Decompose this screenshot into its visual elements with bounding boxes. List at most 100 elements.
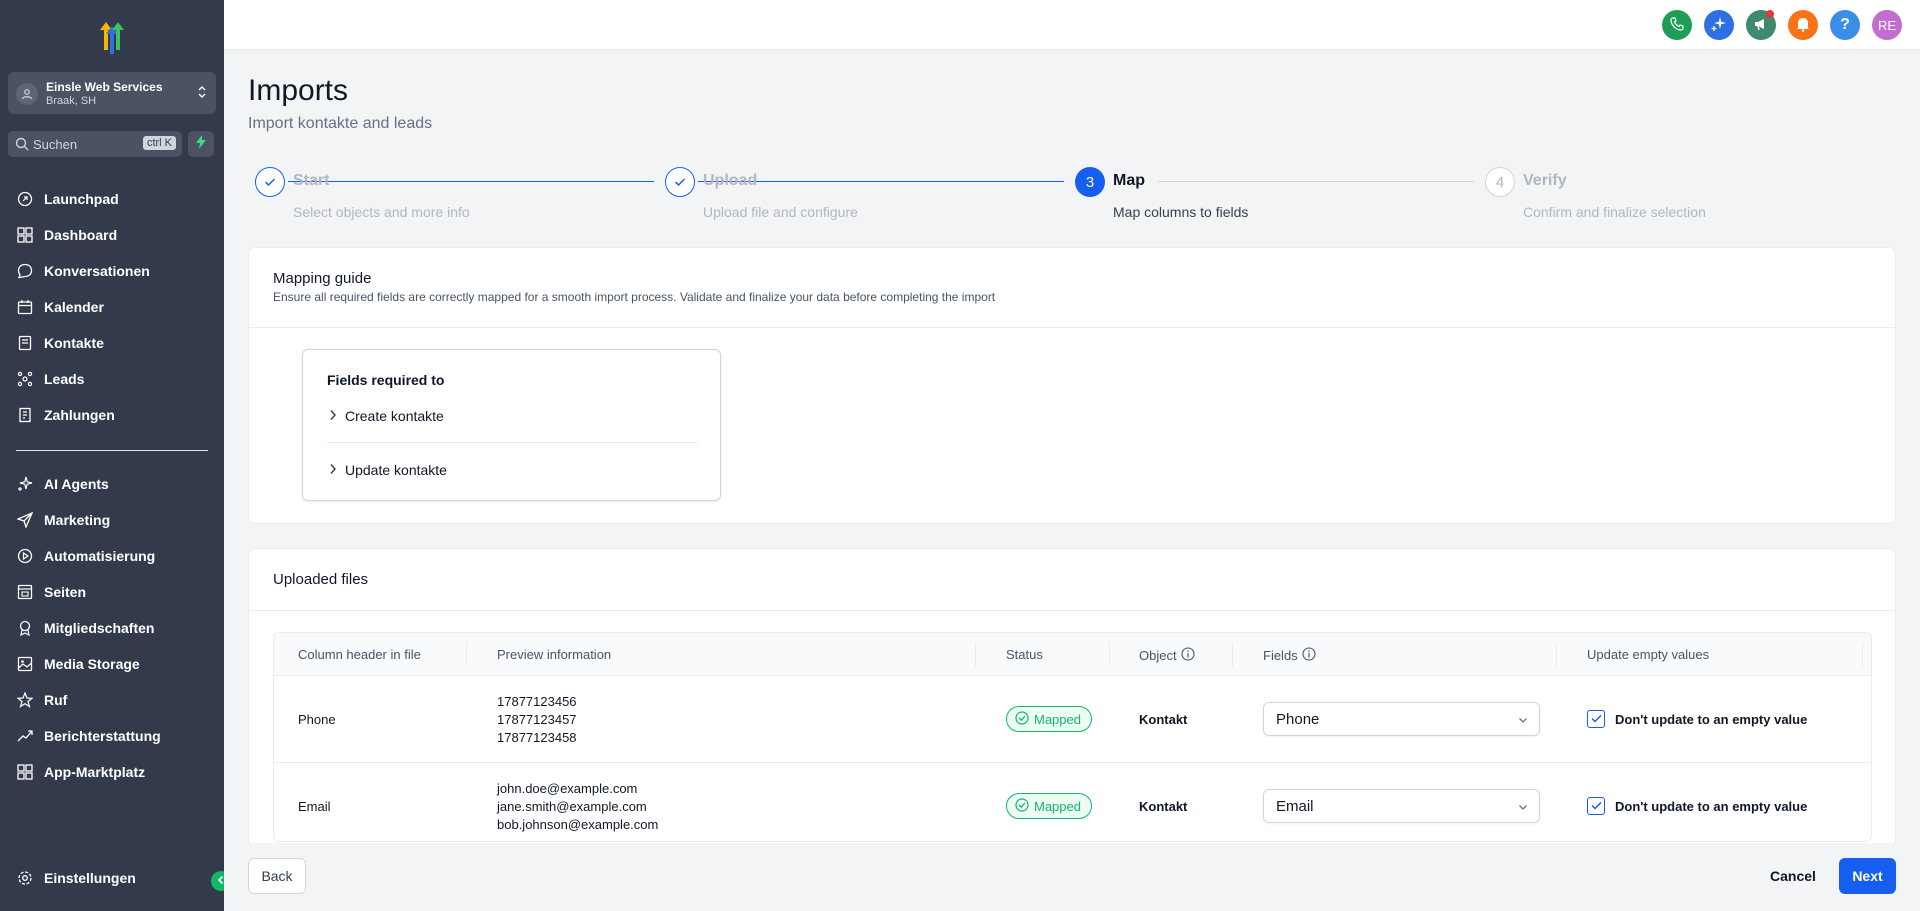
chevron-down-icon — [1517, 713, 1529, 730]
preview-value: 17877123456 — [497, 694, 577, 709]
search-shortcut: ctrl K — [142, 136, 176, 150]
sidebar-item-label: Marketing — [44, 512, 111, 528]
megaphone-icon — [1753, 16, 1769, 35]
uploaded-files-title: Uploaded files — [273, 571, 369, 588]
accordion-update-kontakte[interactable]: Update kontakte — [329, 462, 447, 478]
gear-icon — [16, 869, 34, 887]
sidebar-item-label: Launchpad — [44, 191, 119, 207]
sidebar-item-zahlungen[interactable]: Zahlungen — [16, 401, 212, 429]
step-start-circle[interactable] — [255, 167, 285, 197]
col-header-fields: Fields — [1263, 647, 1316, 664]
preview-value: 17877123458 — [497, 730, 577, 745]
mapping-table: Column header in file Preview informatio… — [273, 632, 1872, 842]
avatar-initials: RE — [1877, 17, 1897, 33]
col-header-object-label: Object — [1139, 648, 1177, 663]
card-divider — [249, 327, 1895, 328]
sidebar-item-label: Mitgliedschaften — [44, 620, 155, 636]
sidebar-item-label: Ruf — [44, 692, 68, 708]
accordion-divider — [327, 442, 698, 443]
membership-icon — [16, 619, 34, 637]
check-circle-icon — [1015, 797, 1029, 815]
account-name: Einsle Web Services — [46, 80, 163, 94]
sidebar-item-label: Berichterstattung — [44, 728, 161, 744]
col-separator — [1109, 643, 1110, 667]
sidebar-item-kontakte[interactable]: Kontakte — [16, 329, 212, 357]
sidebar-item-dashboard[interactable]: Dashboard — [16, 221, 212, 249]
sidebar-item-ruf[interactable]: Ruf — [16, 686, 212, 714]
col-separator — [466, 643, 467, 667]
quick-action-button[interactable] — [188, 131, 214, 157]
sidebar-item-label: Zahlungen — [44, 407, 115, 423]
announcements-button[interactable] — [1746, 10, 1776, 40]
col-separator — [1556, 643, 1557, 667]
col-separator — [1232, 643, 1233, 667]
help-button[interactable]: ? — [1830, 10, 1860, 40]
grid-icon — [16, 226, 34, 244]
step-start-desc: Select objects and more info — [293, 204, 470, 220]
sidebar-item-label: Leads — [44, 371, 85, 387]
sidebar-item-leads[interactable]: Leads — [16, 365, 212, 393]
status-badge: Mapped — [1006, 793, 1092, 819]
update-empty-checkbox[interactable] — [1587, 710, 1605, 728]
ai-assistant-button[interactable] — [1704, 10, 1734, 40]
sidebar-item-einstellungen[interactable]: Einstellungen — [16, 864, 212, 892]
chevron-down-icon — [1517, 800, 1529, 817]
mapping-guide-desc: Ensure all required fields are correctly… — [273, 290, 996, 304]
step-verify-circle[interactable]: 4 — [1485, 167, 1515, 197]
col-header-object: Object — [1139, 647, 1195, 664]
sidebar-item-label: Automatisierung — [44, 548, 156, 564]
check-icon — [1590, 797, 1602, 815]
sidebar-item-berichterstattung[interactable]: Berichterstattung — [16, 722, 212, 750]
cancel-button[interactable]: Cancel — [1760, 858, 1826, 894]
step-upload-circle[interactable] — [665, 167, 695, 197]
col-header-status: Status — [1006, 647, 1043, 662]
back-button[interactable]: Back — [248, 858, 306, 894]
next-button[interactable]: Next — [1839, 858, 1896, 894]
sidebar-item-mitgliedschaften[interactable]: Mitgliedschaften — [16, 614, 212, 642]
chevron-right-icon — [329, 462, 337, 478]
top-bar: ? RE — [224, 0, 1920, 50]
info-icon[interactable] — [1302, 647, 1316, 664]
sidebar-item-app-marktplatz[interactable]: App-Marktplatz — [16, 758, 212, 786]
accordion-create-kontakte[interactable]: Create kontakte — [329, 408, 444, 424]
mapping-guide-title: Mapping guide — [273, 270, 372, 287]
sidebar-item-konversationen[interactable]: Konversationen — [16, 257, 212, 285]
bolt-icon — [195, 134, 207, 154]
check-icon — [264, 174, 276, 191]
sidebar: Einsle Web Services Braak, SH Suchen ctr… — [0, 0, 224, 911]
sparkle-icon — [16, 475, 34, 493]
table-row: Phone 17877123456 17877123457 1787712345… — [274, 676, 1871, 763]
step-map-title: Map — [1113, 172, 1145, 189]
sidebar-item-kalender[interactable]: Kalender — [16, 293, 212, 321]
sidebar-item-label: Seiten — [44, 584, 87, 600]
sidebar-item-marketing[interactable]: Marketing — [16, 506, 212, 534]
phone-button[interactable] — [1662, 10, 1692, 40]
sidebar-item-seiten[interactable]: Seiten — [16, 578, 212, 606]
cell-object: Kontakt — [1139, 799, 1188, 814]
step-verify-title: Verify — [1523, 172, 1567, 189]
step-map-circle[interactable]: 3 — [1075, 167, 1105, 197]
preview-value: jane.smith@example.com — [497, 799, 647, 814]
update-empty-label: Don't update to an empty value — [1615, 799, 1808, 814]
status-label: Mapped — [1034, 798, 1081, 814]
field-select[interactable]: Phone — [1263, 702, 1540, 736]
user-avatar[interactable]: RE — [1872, 10, 1902, 40]
info-icon[interactable] — [1181, 647, 1195, 664]
sidebar-item-ai-agents[interactable]: AI Agents — [16, 470, 212, 498]
sidebar-item-media-storage[interactable]: Media Storage — [16, 650, 212, 678]
field-select-value: Email — [1276, 797, 1314, 815]
field-select[interactable]: Email — [1263, 789, 1540, 823]
preview-value: john.doe@example.com — [497, 781, 638, 796]
sidebar-search[interactable]: Suchen ctrl K — [8, 131, 182, 157]
star-icon — [16, 691, 34, 709]
sidebar-item-automatisierung[interactable]: Automatisierung — [16, 542, 212, 570]
step-upload-desc: Upload file and configure — [703, 204, 858, 220]
brand-logo[interactable] — [92, 16, 132, 56]
account-switcher[interactable]: Einsle Web Services Braak, SH — [8, 72, 216, 114]
notifications-button[interactable] — [1788, 10, 1818, 40]
col-header-preview: Preview information — [497, 647, 612, 662]
image-icon — [16, 655, 34, 673]
step-start-title: Start — [293, 172, 330, 189]
update-empty-checkbox[interactable] — [1587, 797, 1605, 815]
sidebar-item-launchpad[interactable]: Launchpad — [16, 185, 212, 213]
